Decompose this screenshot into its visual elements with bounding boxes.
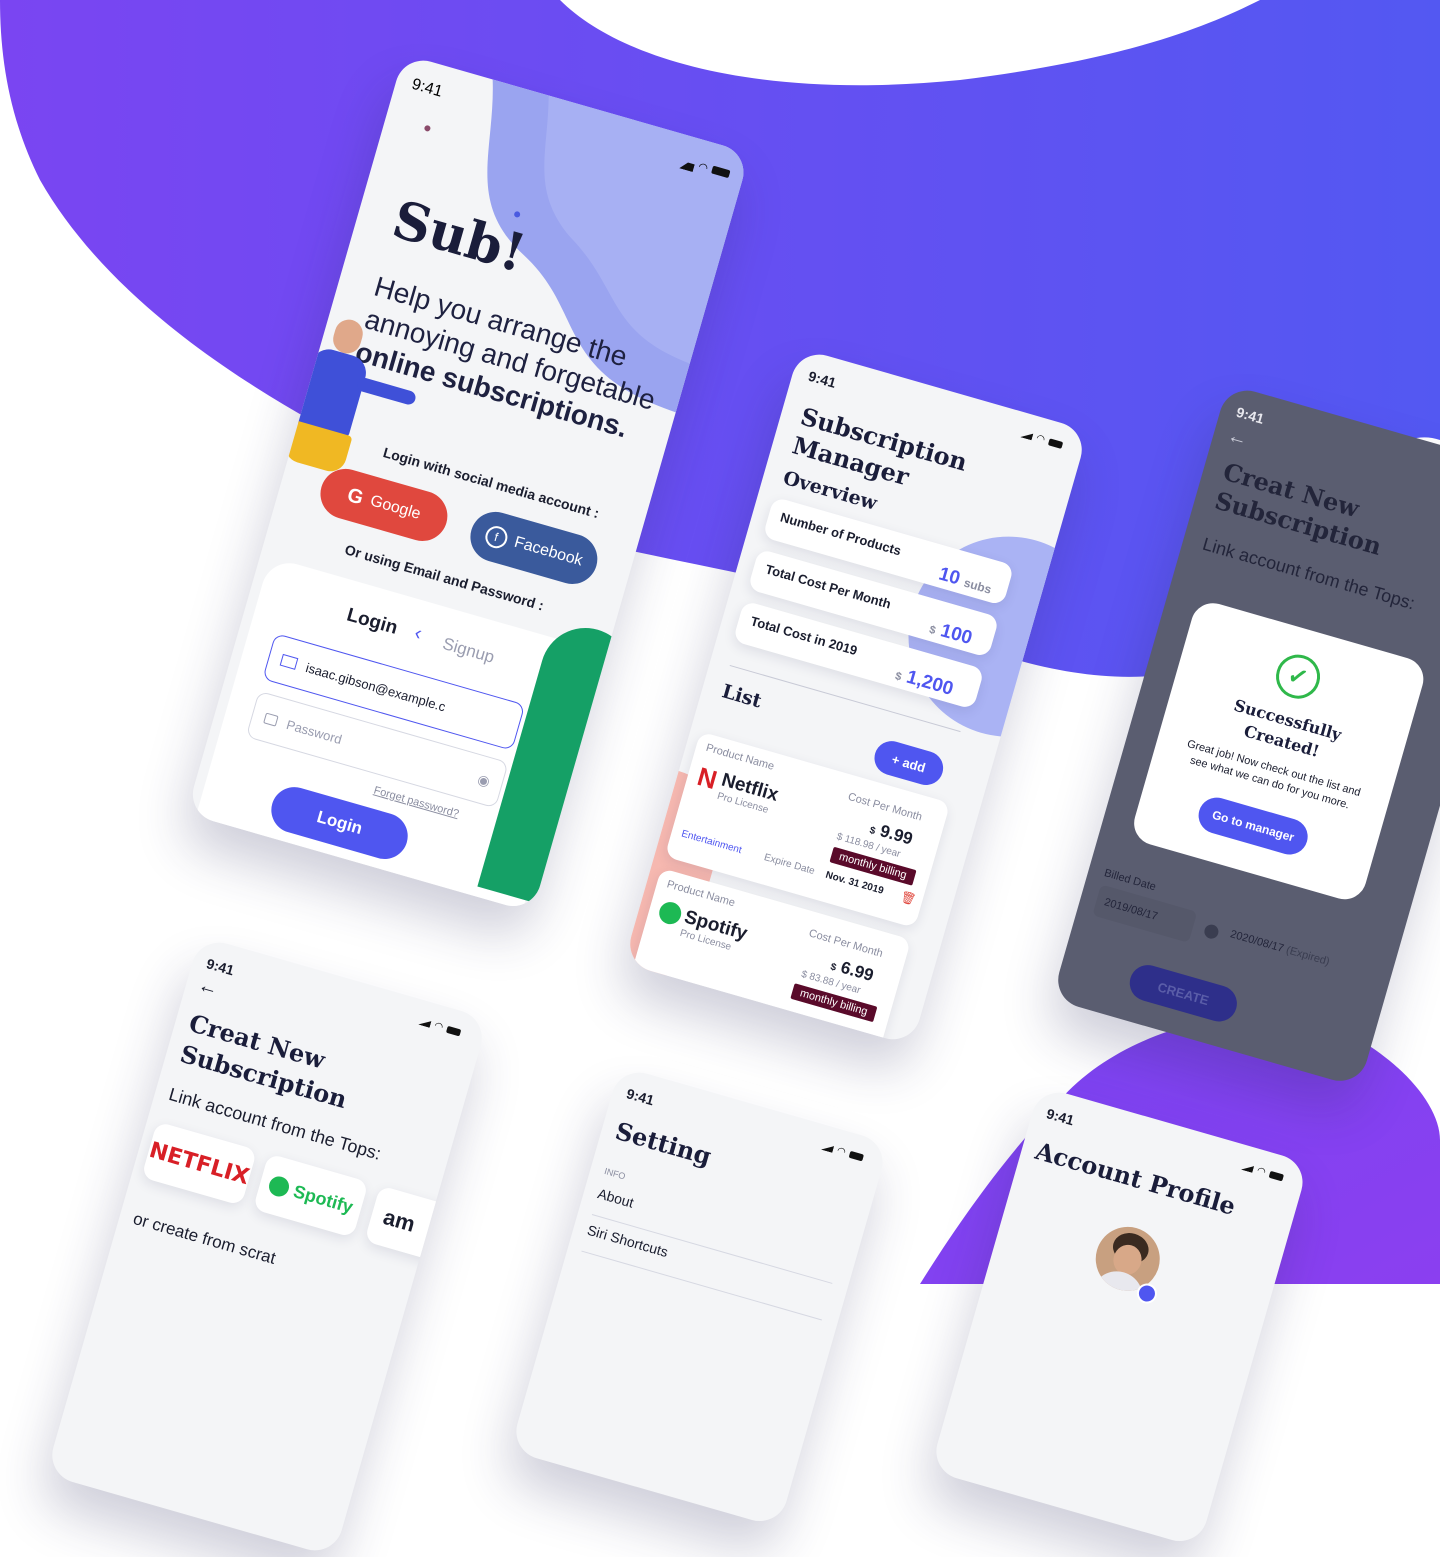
battery-icon (848, 1150, 864, 1162)
dot-decoration (423, 124, 432, 133)
add-button[interactable]: + add (870, 737, 948, 790)
eye-icon[interactable]: ◉ (476, 770, 492, 790)
status-time: 9:41 (204, 955, 236, 979)
status-icons: ◠ (1240, 1161, 1284, 1183)
cost-label: Cost Per Month (807, 927, 885, 960)
wifi-icon: ◠ (696, 160, 710, 175)
lock-icon (263, 712, 279, 727)
avatar[interactable] (1088, 1219, 1168, 1299)
wifi-icon: ◠ (432, 1020, 445, 1034)
go-to-manager-button[interactable]: Go to manager (1194, 793, 1312, 859)
page-title: Setting (612, 1115, 715, 1171)
spotify-logo: Spotify (291, 1180, 356, 1217)
mail-icon (279, 653, 299, 670)
signal-icon (821, 1143, 834, 1153)
create-from-scratch-label: or create from scrat (131, 1209, 278, 1268)
battery-icon (1268, 1170, 1284, 1182)
wifi-icon: ◠ (835, 1145, 847, 1159)
wifi-icon: ◠ (1034, 432, 1047, 446)
check-circle-icon: ✓ (1270, 649, 1326, 704)
facebook-label: Facebook (512, 533, 585, 570)
stat-label: Total Cost in 2019 (748, 613, 860, 659)
expire-label: Expire Date (762, 852, 816, 878)
battery-icon (710, 165, 731, 179)
google-label: Google (368, 492, 423, 523)
status-time: 9:41 (1234, 403, 1266, 427)
cost-label: Cost Per Month (846, 790, 924, 824)
amazon-logo: am (380, 1204, 418, 1237)
status-time: 9:41 (409, 75, 445, 101)
netflix-icon: N (694, 761, 721, 796)
tab-login[interactable]: Login (344, 604, 399, 639)
brand-card-spotify[interactable]: Spotify (252, 1153, 369, 1238)
google-icon: G (344, 483, 366, 509)
page-title: Account Profile (1032, 1135, 1239, 1221)
list-heading: List (719, 680, 765, 713)
status-time: 9:41 (806, 367, 838, 391)
tab-signup[interactable]: Signup (440, 634, 497, 668)
back-arrow-icon[interactable]: ← (1225, 424, 1250, 452)
arrow-right-icon (1202, 922, 1221, 941)
facebook-login-button[interactable]: f Facebook (464, 505, 604, 590)
back-arrow-icon[interactable]: ← (195, 974, 221, 1002)
success-modal: ✓ Successfully Created! Great job! Now c… (1128, 597, 1429, 905)
stat-value: $ 1,200 (893, 666, 956, 700)
section-label: INFO (603, 1165, 627, 1182)
billed-date-field[interactable]: 2019/08/17 (1092, 884, 1198, 943)
brand-card-netflix[interactable]: NETFLIX (141, 1121, 258, 1206)
signal-icon (418, 1018, 431, 1028)
signal-icon (1020, 430, 1033, 440)
expire-date: 2020/08/17 (Expired) (1228, 928, 1331, 969)
spotify-icon (656, 899, 684, 927)
signal-icon (679, 153, 697, 172)
password-placeholder: Password (284, 716, 344, 747)
signal-icon (1241, 1163, 1254, 1173)
status-time: 9:41 (1044, 1105, 1076, 1129)
status-time: 9:41 (624, 1085, 656, 1109)
category-label: Entertainment (680, 828, 743, 857)
status-icons: ◠ (820, 1141, 864, 1163)
spotify-icon (266, 1173, 291, 1199)
facebook-icon: f (482, 523, 510, 551)
trash-icon[interactable]: 🗑 (899, 889, 918, 907)
battery-icon (1047, 438, 1063, 449)
chevron-left-icon: ‹ (411, 621, 425, 645)
netflix-logo: NETFLIX (146, 1137, 253, 1190)
status-icons: ◠ (1019, 428, 1063, 450)
status-icons: ◠ (417, 1016, 462, 1038)
email-value: isaac.gibson@example.c (304, 659, 448, 714)
create-button[interactable]: CREATE (1125, 960, 1242, 1026)
stat-label: Number of Products (778, 509, 903, 559)
wifi-icon: ◠ (1255, 1165, 1267, 1179)
link-label: Link account from the Tops: (1200, 533, 1418, 614)
battery-icon (445, 1025, 462, 1037)
